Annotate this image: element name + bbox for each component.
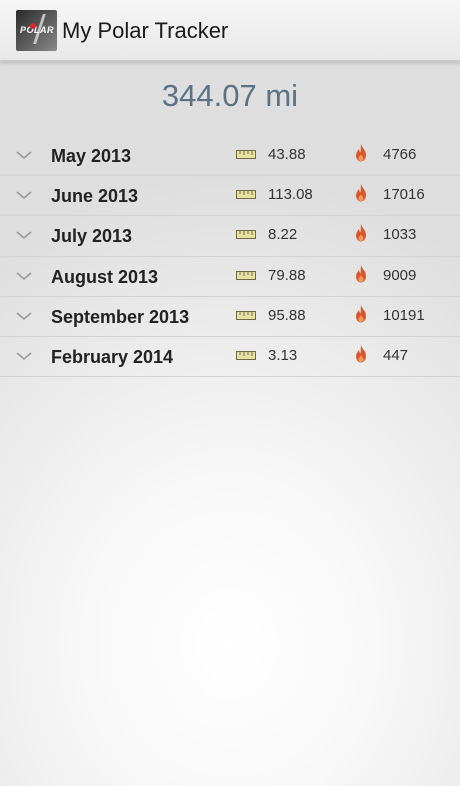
month-label: September 2013 bbox=[51, 306, 190, 327]
month-calories: 447 bbox=[383, 346, 409, 364]
app-title: My Polar Tracker bbox=[62, 18, 229, 43]
month-distance: 79.88 bbox=[268, 266, 306, 284]
chevron-down-icon[interactable] bbox=[15, 270, 33, 282]
flame-icon bbox=[356, 144, 366, 162]
flame-icon bbox=[356, 344, 366, 363]
month-row[interactable]: June 2013 113.08 17016 bbox=[0, 176, 460, 217]
chevron-down-icon[interactable] bbox=[15, 229, 33, 241]
ruler-icon bbox=[236, 150, 256, 159]
month-calories: 9009 bbox=[383, 266, 417, 284]
month-distance: 3.13 bbox=[268, 346, 298, 364]
action-bar: POLAR My Polar Tracker bbox=[0, 0, 460, 62]
ruler-icon bbox=[236, 230, 256, 240]
month-row[interactable]: September 2013 95.88 10191 bbox=[0, 297, 460, 337]
flame-icon bbox=[356, 264, 366, 283]
month-label: August 2013 bbox=[51, 266, 159, 287]
month-row[interactable]: February 2014 3.13 447 bbox=[0, 337, 460, 378]
month-row[interactable]: August 2013 79.88 9009 bbox=[0, 257, 460, 297]
chevron-down-icon[interactable] bbox=[15, 350, 33, 362]
month-label: February 2014 bbox=[51, 346, 174, 367]
ruler-icon bbox=[236, 190, 256, 200]
ruler-icon bbox=[236, 310, 256, 320]
month-calories: 10191 bbox=[383, 306, 425, 324]
month-row[interactable]: July 2013 8.22 1033 bbox=[0, 216, 460, 257]
chevron-down-icon[interactable] bbox=[15, 189, 33, 201]
month-label: June 2013 bbox=[51, 186, 139, 207]
flame-icon bbox=[356, 224, 366, 242]
flame-icon bbox=[356, 184, 366, 202]
app-logo-text: POLAR bbox=[20, 25, 54, 35]
month-distance: 113.08 bbox=[268, 186, 313, 204]
chevron-down-icon[interactable] bbox=[15, 310, 33, 322]
month-list: May 2013 43.88 4766 June 2013 113.08 170… bbox=[0, 136, 460, 378]
month-label: July 2013 bbox=[51, 226, 133, 247]
chevron-down-icon[interactable] bbox=[15, 149, 33, 161]
ruler-icon bbox=[236, 350, 256, 360]
month-calories: 1033 bbox=[383, 226, 417, 244]
flame-icon bbox=[356, 304, 366, 323]
app-logo-icon[interactable]: POLAR bbox=[16, 10, 57, 51]
month-distance: 95.88 bbox=[268, 306, 306, 324]
month-calories: 17016 bbox=[383, 186, 425, 204]
month-distance: 43.88 bbox=[268, 146, 306, 163]
logo-dot bbox=[30, 23, 36, 29]
month-row[interactable]: May 2013 43.88 4766 bbox=[0, 136, 460, 177]
month-distance: 8.22 bbox=[268, 226, 298, 244]
total-distance: 344.07 mi bbox=[161, 78, 299, 113]
month-calories: 4766 bbox=[383, 146, 417, 163]
month-label: May 2013 bbox=[51, 146, 132, 166]
ruler-icon bbox=[236, 270, 256, 280]
